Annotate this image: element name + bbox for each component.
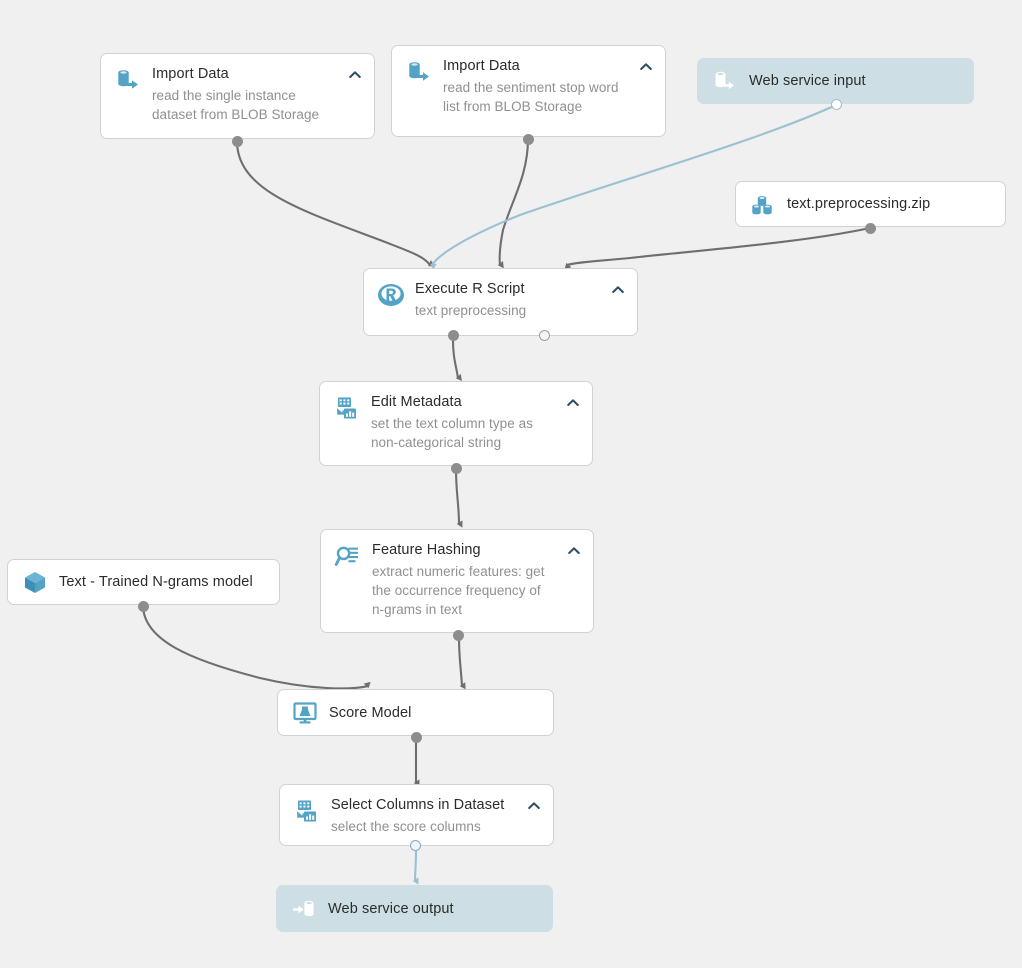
edge-r-script-to-edit-metadata [451,338,462,382]
node-import-data-1[interactable]: Import Data read the single instance dat… [100,53,375,139]
chevron-up-icon[interactable] [527,799,541,813]
node-text-preprocessing-zip[interactable]: text.preprocessing.zip [735,181,1006,227]
output-port-edit-metadata[interactable] [451,463,462,474]
node-title: text.preprocessing.zip [787,196,931,212]
edit-metadata-icon [336,397,356,419]
node-title: Web service input [749,73,866,89]
node-subtitle-line-2: dataset from BLOB Storage [152,107,320,122]
output-port-import-data-1[interactable] [232,136,243,147]
output-port-trained-model[interactable] [138,601,149,612]
node-feature-hashing[interactable]: Feature Hashing extract numeric features… [320,529,594,633]
output-port-web-service-input[interactable] [831,99,842,110]
node-title: Select Columns in Dataset [331,797,505,813]
node-subtitle-line-3: n-grams in text [372,602,463,617]
r-language-icon [378,284,404,306]
edge-zip-to-r-script [564,226,872,270]
node-edit-metadata[interactable]: Edit Metadata set the text column type a… [319,381,593,466]
select-columns-icon [296,800,316,822]
node-web-service-output[interactable]: Web service output [276,885,553,932]
node-text-block: Select Columns in Dataset select the sco… [331,796,519,836]
node-title: Score Model [329,704,412,721]
edge-edit-metadata-to-feature-hashing [454,467,463,528]
node-select-columns-in-dataset[interactable]: Select Columns in Dataset select the sco… [279,784,554,846]
score-model-icon [293,701,317,723]
node-title: Text - Trained N-grams model [59,574,253,590]
import-data-icon [118,70,138,89]
chevron-up-icon[interactable] [611,283,625,297]
edge-feature-hashing-to-score-model [457,634,466,690]
trained-model-cube-icon [25,572,45,593]
node-text-block: Import Data read the single instance dat… [152,65,340,124]
node-title: Feature Hashing [372,542,481,558]
import-data-icon [409,62,429,81]
edge-import1-to-r-script [235,139,435,267]
node-text-block: Web service output [328,900,540,918]
node-title: Web service output [328,900,454,917]
chevron-up-icon[interactable] [348,68,362,82]
node-subtitle-line-1: text preprocessing [415,303,527,318]
node-subtitle-line-1: select the score columns [331,819,481,834]
node-subtitle-line-2: non-categorical string [371,435,502,450]
node-text-block: Edit Metadata set the text column type a… [371,393,558,452]
node-execute-r-script[interactable]: Execute R Script text preprocessing [363,268,638,336]
node-text-block: Web service input [749,72,961,90]
node-subtitle-line-1: extract numeric features: get [372,564,545,579]
output-port-score-model[interactable] [411,732,422,743]
output-port-import-data-2[interactable] [523,134,534,145]
node-subtitle-line-1: read the sentiment stop word [443,80,619,95]
edge-import2-to-r-script [497,137,530,269]
output-port-execute-r-script-left[interactable] [448,330,459,341]
node-text-block: Import Data read the sentiment stop word… [443,57,631,116]
web-service-input-icon [715,71,734,90]
node-title: Edit Metadata [371,394,462,410]
dataset-zip-icon [752,196,772,215]
experiment-canvas[interactable]: Import Data read the single instance dat… [0,0,1022,968]
node-score-model[interactable]: Score Model [277,689,554,736]
node-text-block: Execute R Script text preprocessing [415,280,603,320]
node-subtitle-line-2: the occurrence frequency of [372,583,541,598]
node-title: Execute R Script [415,281,525,297]
node-subtitle-line-2: list from BLOB Storage [443,99,583,114]
chevron-up-icon[interactable] [639,60,653,74]
node-text-block: text.preprocessing.zip [787,195,993,213]
node-subtitle-line-1: set the text column type as [371,416,533,431]
output-port-execute-r-script-right[interactable] [539,330,550,341]
chevron-up-icon[interactable] [567,544,581,558]
output-port-feature-hashing[interactable] [453,630,464,641]
node-text-block: Text - Trained N-grams model [59,573,267,591]
feature-hashing-icon [334,546,358,566]
node-subtitle-line-1: read the single instance [152,88,296,103]
node-title: Import Data [443,58,520,74]
node-trained-model[interactable]: Text - Trained N-grams model [7,559,280,605]
node-text-block: Feature Hashing extract numeric features… [372,541,559,619]
web-service-output-icon [293,900,314,916]
output-port-select-columns[interactable] [410,840,421,851]
node-text-block: Score Model [329,704,541,722]
output-port-text-preprocessing-zip[interactable] [865,223,876,234]
chevron-up-icon[interactable] [566,396,580,410]
node-import-data-2[interactable]: Import Data read the sentiment stop word… [391,45,666,137]
node-title: Import Data [152,66,229,82]
node-web-service-input[interactable]: Web service input [697,58,974,104]
edge-select-columns-to-web-service-output [412,848,419,885]
